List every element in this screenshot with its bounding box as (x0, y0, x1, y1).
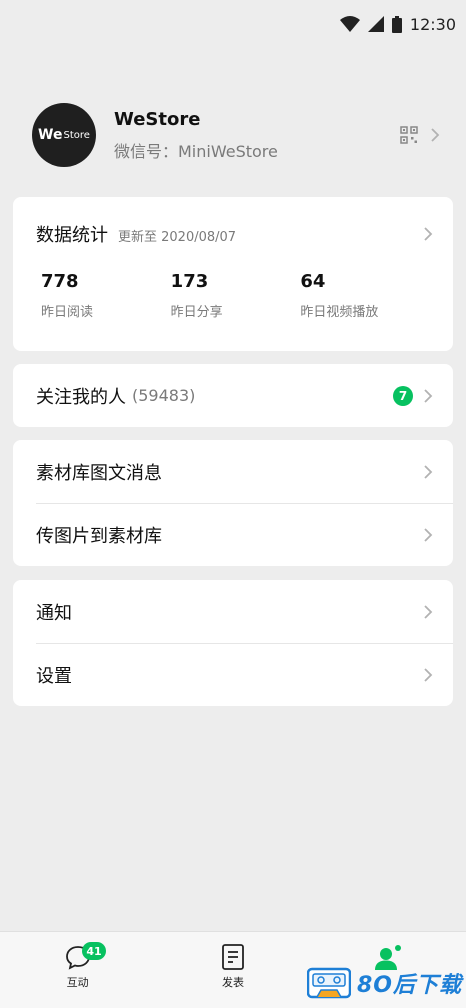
status-time: 12:30 (409, 14, 456, 34)
chevron-right-icon (431, 128, 440, 142)
avatar-text-store: Store (63, 129, 90, 141)
stats-title: 数据统计 (36, 225, 108, 246)
stat-reads: 778 昨日阅读 (41, 271, 171, 320)
cassette-logo-icon (306, 967, 351, 999)
material-messages-row[interactable]: 素材库图文消息 (13, 440, 453, 503)
stat-video-plays: 64 昨日视频播放 (300, 271, 430, 320)
stats-values: 778 昨日阅读 173 昨日分享 64 昨日视频播放 (13, 271, 453, 320)
followers-badge: 7 (393, 385, 413, 406)
notifications-label: 通知 (36, 602, 72, 624)
followers-card[interactable]: 关注我的人 (59483) 7 (13, 364, 453, 427)
stat-value: 778 (41, 271, 79, 292)
followers-label: 关注我的人 (36, 386, 126, 408)
stat-shares: 173 昨日分享 (171, 271, 301, 320)
watermark-text: 8O后下载 (356, 973, 462, 998)
profile-name: WeStore (114, 108, 201, 130)
document-icon (222, 944, 244, 970)
tab-label: 互动 (66, 976, 89, 989)
chevron-right-icon (424, 388, 433, 403)
materials-card: 素材库图文消息 传图片到素材库 (13, 440, 453, 566)
followers-row[interactable]: 关注我的人 (59483) 7 (13, 364, 453, 427)
stat-label: 昨日阅读 (41, 305, 94, 320)
tab-publish[interactable]: 发表 (155, 932, 310, 1008)
chevron-right-icon (424, 604, 433, 619)
stats-updated: 更新至 2020/08/07 (118, 229, 237, 245)
chevron-right-icon (424, 528, 433, 542)
stats-card[interactable]: 数据统计 更新至 2020/08/07 778 昨日阅读 173 昨日分享 64… (13, 197, 453, 351)
cellular-signal-icon (367, 16, 384, 32)
chevron-right-icon (424, 464, 433, 479)
settings-row[interactable]: 设置 (13, 644, 453, 706)
stat-label: 昨日视频播放 (300, 305, 379, 320)
material-messages-label: 素材库图文消息 (36, 462, 162, 484)
watermark: 8O后下载 (306, 966, 462, 1000)
chevron-right-icon (424, 668, 433, 682)
qr-code-icon[interactable] (400, 126, 418, 144)
profile-header[interactable]: We Store WeStore 微信号：MiniWeStore (32, 103, 440, 167)
upload-images-row[interactable]: 传图片到素材库 (13, 504, 453, 566)
tab-badge: 41 (82, 942, 106, 960)
upload-images-label: 传图片到素材库 (36, 526, 162, 547)
notifications-row[interactable]: 通知 (13, 580, 453, 643)
wechat-id: 微信号：MiniWeStore (114, 141, 278, 161)
tab-interaction[interactable]: 41 互动 (0, 932, 155, 1008)
stats-header[interactable]: 数据统计 更新至 2020/08/07 (13, 197, 453, 271)
chevron-right-icon (424, 227, 433, 241)
stat-value: 173 (170, 271, 209, 292)
avatar[interactable]: We Store (32, 103, 96, 167)
stat-label: 昨日分享 (170, 305, 223, 320)
settings-card: 通知 设置 (13, 580, 453, 706)
stat-value: 64 (300, 271, 326, 292)
settings-label: 设置 (36, 666, 72, 687)
status-bar: 12:30 (0, 0, 466, 48)
battery-icon (391, 15, 402, 33)
wifi-icon (339, 16, 360, 32)
tab-label: 发表 (221, 976, 244, 989)
avatar-text-we: We (38, 127, 63, 143)
followers-count: (59483) (132, 386, 196, 405)
